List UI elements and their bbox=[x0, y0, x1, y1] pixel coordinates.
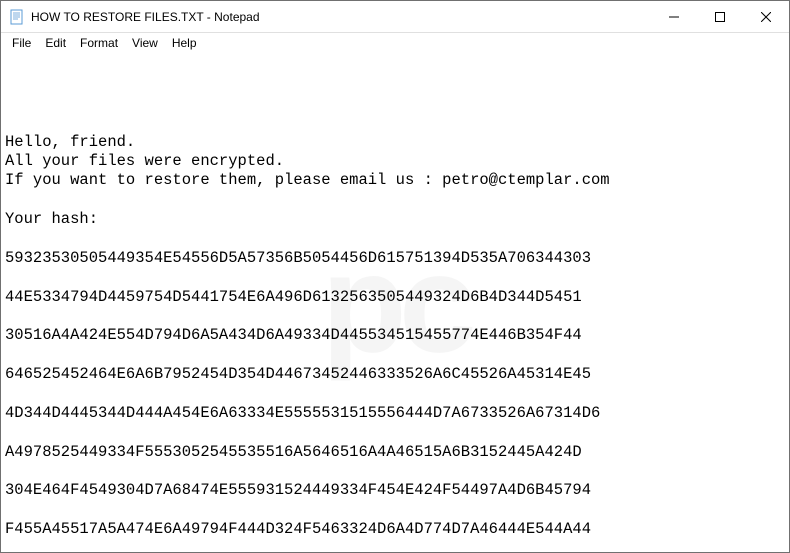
text-content: Hello, friend. All your files were encry… bbox=[5, 113, 785, 552]
notepad-icon bbox=[9, 9, 25, 25]
text-line: Your hash: bbox=[5, 210, 98, 228]
hash-line: 646525452464E6A6B7952454D354D44673452446… bbox=[5, 365, 785, 384]
text-area[interactable]: pc Hello, friend. All your files were en… bbox=[1, 53, 789, 552]
text-line: Hello, friend. bbox=[5, 133, 135, 151]
hash-line: 44E5334794D4459754D5441754E6A496D6132563… bbox=[5, 288, 785, 307]
maximize-button[interactable] bbox=[697, 1, 743, 33]
hash-line: 30516A4A424E554D794D6A5A434D6A49334D4455… bbox=[5, 326, 785, 345]
hash-line: 304E464F4549304D7A68474E555931524449334F… bbox=[5, 481, 785, 500]
menu-format[interactable]: Format bbox=[73, 35, 125, 51]
notepad-window: HOW TO RESTORE FILES.TXT - Notepad File … bbox=[0, 0, 790, 553]
hash-line: 59323530505449354E54556D5A57356B5054456D… bbox=[5, 249, 785, 268]
menu-view[interactable]: View bbox=[125, 35, 165, 51]
hash-line: F455A45517A5A474E6A49794F444D324F5463324… bbox=[5, 520, 785, 539]
window-title: HOW TO RESTORE FILES.TXT - Notepad bbox=[31, 10, 651, 24]
menubar: File Edit Format View Help bbox=[1, 33, 789, 53]
window-controls bbox=[651, 1, 789, 32]
menu-file[interactable]: File bbox=[5, 35, 38, 51]
titlebar[interactable]: HOW TO RESTORE FILES.TXT - Notepad bbox=[1, 1, 789, 33]
menu-edit[interactable]: Edit bbox=[38, 35, 73, 51]
menu-help[interactable]: Help bbox=[165, 35, 204, 51]
minimize-button[interactable] bbox=[651, 1, 697, 33]
text-line: If you want to restore them, please emai… bbox=[5, 171, 610, 189]
hash-line: A4978525449334F5553052545535516A5646516A… bbox=[5, 443, 785, 462]
hash-line: 4D344D4445344D444A454E6A63334E5555531515… bbox=[5, 404, 785, 423]
text-line: All your files were encrypted. bbox=[5, 152, 284, 170]
close-button[interactable] bbox=[743, 1, 789, 33]
